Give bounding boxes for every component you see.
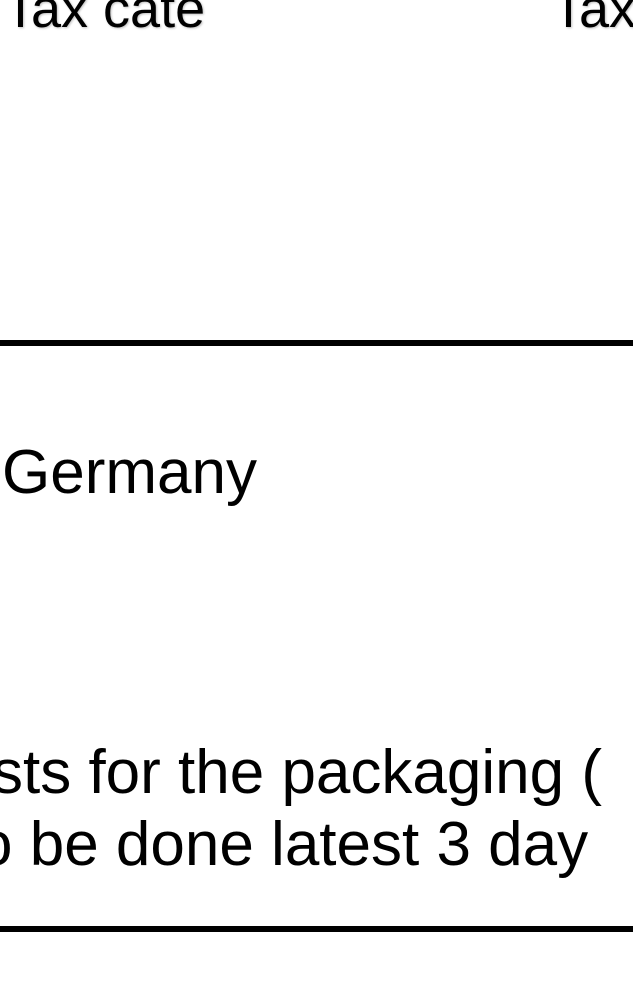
document-page: Tax cate Tax Germany sts for the packagi… bbox=[0, 0, 633, 984]
country-cell: Germany bbox=[2, 438, 257, 507]
column-header-tax: Tax bbox=[552, 0, 633, 39]
table-divider-top bbox=[0, 340, 633, 346]
table-divider-bottom bbox=[0, 926, 633, 932]
column-header-tax-category: Tax cate bbox=[4, 0, 206, 39]
note-text-line-2: o be done latest 3 day bbox=[0, 810, 589, 879]
note-text-line-1: sts for the packaging ( bbox=[0, 738, 602, 807]
